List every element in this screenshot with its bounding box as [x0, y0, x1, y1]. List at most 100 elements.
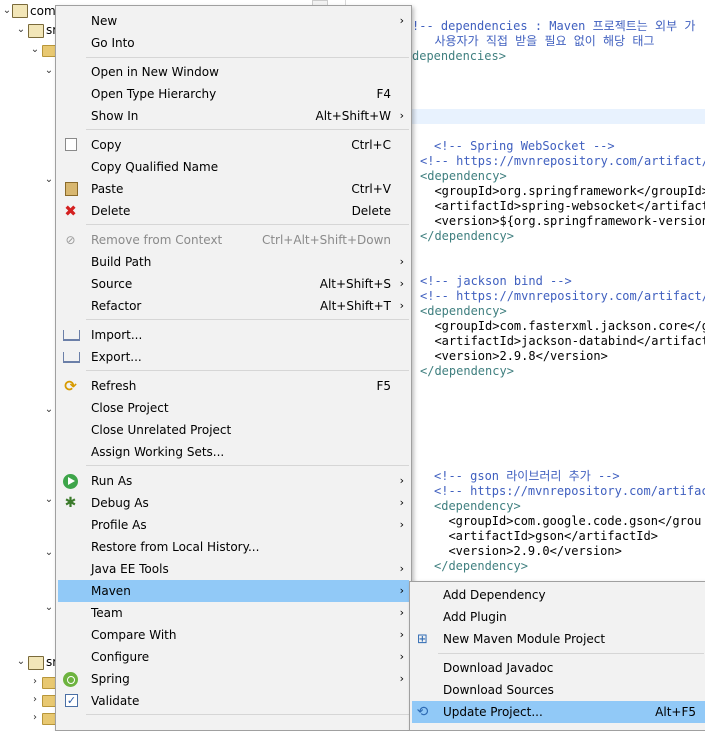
- code-line: </dependency>: [420, 364, 514, 378]
- menu-item-copy[interactable]: Copy Ctrl+C: [58, 134, 409, 156]
- menu-item-label: Paste: [91, 182, 124, 196]
- submenu-item-download-sources[interactable]: Download Sources: [412, 679, 705, 701]
- run-icon: [63, 474, 78, 489]
- menu-item-label: Open in New Window: [91, 65, 219, 79]
- submenu-arrow-icon: ›: [399, 606, 404, 619]
- menu-item-label: Open Type Hierarchy: [91, 87, 217, 101]
- menu-item-open-in-new-window[interactable]: Open in New Window: [58, 61, 409, 83]
- submenu-arrow-icon: ›: [399, 496, 404, 509]
- code-line: <dependency>: [434, 499, 521, 513]
- menu-item-build-path[interactable]: Build Path ›: [58, 251, 409, 273]
- code-line: 사용자가 직접 받을 필요 없이 해당 태그: [420, 34, 655, 48]
- chevron-down-icon[interactable]: ⌄: [44, 603, 54, 613]
- menu-item-go-into[interactable]: Go Into: [58, 32, 409, 54]
- submenu-item-download-javadoc[interactable]: Download Javadoc: [412, 657, 705, 679]
- code-line: <version>${org.springframework-version: [420, 214, 705, 228]
- menu-separator: [86, 319, 409, 320]
- delete-icon: ✖: [64, 202, 77, 220]
- paste-icon: [65, 182, 78, 196]
- java-package-icon: [28, 656, 44, 670]
- menu-item-import[interactable]: Import...: [58, 324, 409, 346]
- chevron-down-icon[interactable]: ⌄: [30, 45, 40, 55]
- menu-item-label: New: [91, 14, 118, 28]
- chevron-right-icon[interactable]: ›: [30, 695, 40, 705]
- chevron-right-icon[interactable]: ›: [30, 713, 40, 723]
- chevron-right-icon[interactable]: ›: [30, 677, 40, 687]
- menu-item-shortcut: Ctrl+C: [351, 138, 391, 152]
- menu-item-close-project[interactable]: Close Project: [58, 397, 409, 419]
- chevron-down-icon[interactable]: ⌄: [44, 405, 54, 415]
- menu-item-compare-with[interactable]: Compare With ›: [58, 624, 409, 646]
- submenu-item-update-project[interactable]: ⟲ Update Project... Alt+F5: [412, 701, 705, 723]
- code-line: <!-- https://mvnrepository.com/artifact: [434, 484, 705, 498]
- menu-item-label: Validate: [91, 694, 140, 708]
- validate-icon: ✓: [65, 694, 78, 707]
- chevron-down-icon[interactable]: ⌄: [44, 175, 54, 185]
- submenu-item-new-maven-module-project[interactable]: ⊞ New Maven Module Project: [412, 628, 705, 650]
- menu-item-copy-qualified-name[interactable]: Copy Qualified Name: [58, 156, 409, 178]
- menu-item-maven[interactable]: Maven ›: [58, 580, 409, 602]
- menu-item-delete[interactable]: ✖ Delete Delete: [58, 200, 409, 222]
- submenu-arrow-icon: ›: [399, 672, 404, 685]
- code-line: <groupId>com.fasterxml.jackson.core</g: [420, 319, 705, 333]
- menu-separator: [86, 714, 409, 715]
- menu-item-restore-from-local-history[interactable]: Restore from Local History...: [58, 536, 409, 558]
- submenu-item-add-plugin[interactable]: Add Plugin: [412, 606, 705, 628]
- chevron-down-icon[interactable]: ⌄: [44, 66, 54, 76]
- menu-item-shortcut: Alt+Shift+T: [320, 299, 391, 313]
- menu-item-spring[interactable]: Spring ›: [58, 668, 409, 690]
- code-line: <!-- https://mvnrepository.com/artifact/…: [420, 154, 705, 168]
- menu-item-label: Copy Qualified Name: [91, 160, 219, 174]
- menu-item-label: Spring: [91, 672, 130, 686]
- chevron-down-icon[interactable]: ⌄: [16, 657, 26, 667]
- submenu-arrow-icon: ›: [399, 14, 404, 27]
- menu-item-shortcut: Alt+Shift+W: [315, 109, 392, 123]
- menu-item-shortcut: Ctrl+Alt+Shift+Down: [261, 233, 391, 247]
- menu-item-source[interactable]: Source Alt+Shift+S ›: [58, 273, 409, 295]
- menu-item-validate[interactable]: ✓ Validate: [58, 690, 409, 712]
- code-line: <artifactId>spring-websocket</artifact: [420, 199, 705, 213]
- chevron-down-icon[interactable]: ⌄: [2, 6, 12, 16]
- remove-context-icon: ⊘: [65, 233, 76, 247]
- menu-item-refactor[interactable]: Refactor Alt+Shift+T ›: [58, 295, 409, 317]
- menu-item-new[interactable]: New ›: [58, 10, 409, 32]
- menu-item-paste[interactable]: Paste Ctrl+V: [58, 178, 409, 200]
- code-line: <!-- jackson bind -->: [420, 274, 572, 288]
- menu-item-close-unrelated-project[interactable]: Close Unrelated Project: [58, 419, 409, 441]
- submenu-item-add-dependency[interactable]: Add Dependency: [412, 584, 705, 606]
- code-line: dependencies>: [412, 49, 506, 63]
- menu-item-label: Export...: [91, 350, 142, 364]
- code-line: <!-- https://mvnrepository.com/artifact/…: [420, 289, 705, 303]
- chevron-down-icon[interactable]: ⌄: [16, 25, 26, 35]
- submenu-arrow-icon: ›: [399, 584, 404, 597]
- menu-item-label: Download Javadoc: [443, 661, 554, 675]
- code-line: </dependency>: [434, 559, 528, 573]
- menu-item-refresh[interactable]: ⟳ Refresh F5: [58, 375, 409, 397]
- code-line: <artifactId>gson</artifactId>: [434, 529, 658, 543]
- menu-item-label: Restore from Local History...: [91, 540, 260, 554]
- menu-item-debug-as[interactable]: ✱ Debug As ›: [58, 492, 409, 514]
- menu-item-label: Assign Working Sets...: [91, 445, 225, 459]
- menu-item-open-type-hierarchy[interactable]: Open Type Hierarchy F4: [58, 83, 409, 105]
- menu-item-label: Copy: [91, 138, 122, 152]
- menu-item-label: Profile As: [91, 518, 147, 532]
- menu-item-show-in[interactable]: Show In Alt+Shift+W ›: [58, 105, 409, 127]
- chevron-down-icon[interactable]: ⌄: [44, 548, 54, 558]
- chevron-down-icon[interactable]: ⌄: [44, 495, 54, 505]
- menu-item-remove-from-context[interactable]: ⊘ Remove from Context Ctrl+Alt+Shift+Down: [58, 229, 409, 251]
- menu-item-label: Add Dependency: [443, 588, 546, 602]
- menu-item-assign-working-sets[interactable]: Assign Working Sets...: [58, 441, 409, 463]
- menu-item-run-as[interactable]: Run As ›: [58, 470, 409, 492]
- code-line: <version>2.9.8</version>: [420, 349, 608, 363]
- menu-item-label: Go Into: [91, 36, 135, 50]
- code-line: <version>2.9.0</version>: [434, 544, 622, 558]
- menu-item-export[interactable]: Export...: [58, 346, 409, 368]
- menu-item-team[interactable]: Team ›: [58, 602, 409, 624]
- menu-item-label: Import...: [91, 328, 143, 342]
- maven-project-icon: [12, 4, 28, 18]
- menu-separator: [86, 465, 409, 466]
- menu-item-profile-as[interactable]: Profile As ›: [58, 514, 409, 536]
- new-maven-module-icon: ⊞: [417, 632, 428, 647]
- menu-item-configure[interactable]: Configure ›: [58, 646, 409, 668]
- menu-item-java-ee-tools[interactable]: Java EE Tools ›: [58, 558, 409, 580]
